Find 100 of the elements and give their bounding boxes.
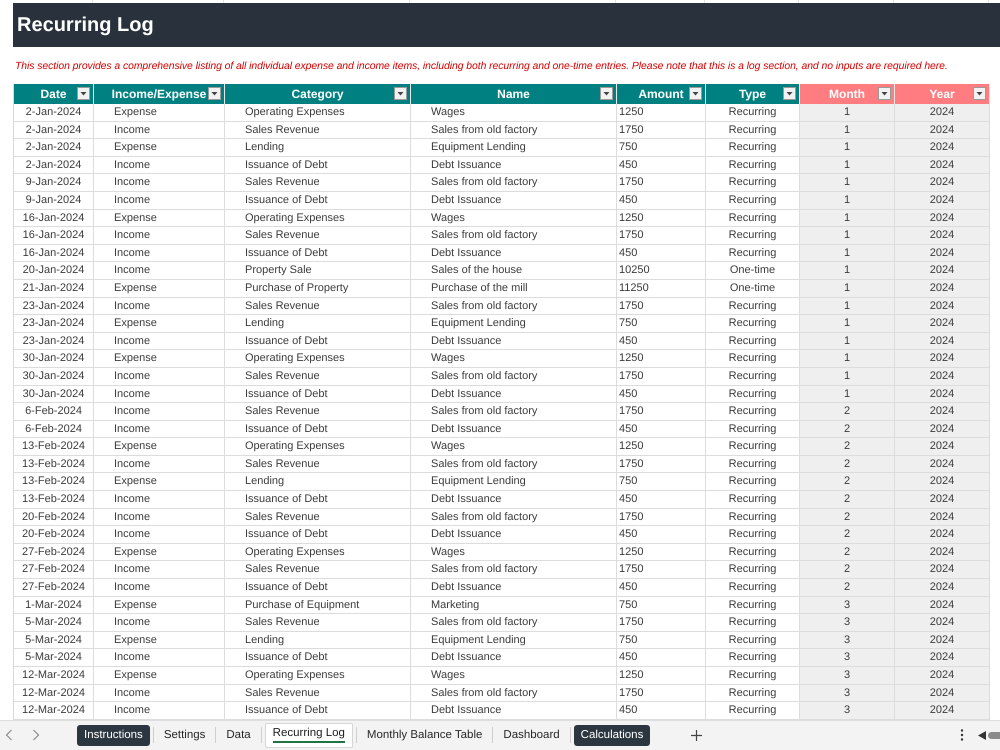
table-cell: 2-Jan-2024 <box>14 104 94 122</box>
table-cell: Debt Issuance <box>411 491 617 509</box>
table-cell: 2024 <box>895 526 990 544</box>
header-label: Name <box>497 87 530 101</box>
table-cell: 2024 <box>895 579 990 597</box>
add-sheet-icon[interactable] <box>691 730 702 741</box>
table-cell: 3 <box>800 702 895 720</box>
table-cell: Purchase of Equipment <box>225 596 411 614</box>
table-cell: Issuance of Debt <box>225 156 411 174</box>
table-cell: Issuance of Debt <box>225 332 411 350</box>
table-cell: 2024 <box>895 262 990 280</box>
table-cell: 2024 <box>895 649 990 667</box>
table-cell: 1250 <box>617 104 706 122</box>
table-cell: 2024 <box>895 298 990 316</box>
table-cell: 11250 <box>617 280 706 298</box>
table-cell: Sales Revenue <box>225 122 411 140</box>
table-cell: 3 <box>800 632 895 650</box>
sheet-tab[interactable]: Settings <box>156 724 212 746</box>
table-cell: Expense <box>94 438 225 456</box>
filter-dropdown-icon[interactable] <box>208 87 221 100</box>
table-cell: 2-Jan-2024 <box>14 139 94 157</box>
table-cell: 1 <box>800 104 895 122</box>
sheet-tab[interactable]: Data <box>219 724 258 746</box>
filter-dropdown-icon[interactable] <box>878 87 891 100</box>
filter-dropdown-icon[interactable] <box>600 87 613 100</box>
table-cell: 3 <box>800 684 895 702</box>
filter-dropdown-icon[interactable] <box>394 87 407 100</box>
table-cell: Operating Expenses <box>225 104 411 122</box>
sheet-tab[interactable]: Dashboard <box>496 724 567 746</box>
filter-dropdown-icon[interactable] <box>77 87 90 100</box>
table-cell: 750 <box>617 139 706 157</box>
table-cell: Expense <box>94 315 225 333</box>
table-cell: 3 <box>800 667 895 685</box>
header-label: Date <box>40 87 66 101</box>
header-label: Category <box>291 87 344 101</box>
table-cell: 2024 <box>895 104 990 122</box>
table-cell: 750 <box>617 596 706 614</box>
table-cell: 1 <box>800 139 895 157</box>
table-cell: Sales from old factory <box>411 174 617 192</box>
table-cell: 2024 <box>895 473 990 492</box>
note-text: This section provides a comprehensive listing of all individual expense and income items, including both recurring and one-time entries. Please note that this is a log section, and no inputs are required here. <box>15 60 948 72</box>
table-cell: 1 <box>800 156 895 174</box>
table-cell: Income <box>94 174 225 192</box>
table-cell: 2 <box>800 561 895 580</box>
table-cell: 12-Mar-2024 <box>14 667 94 685</box>
table-cell: 2024 <box>895 350 990 368</box>
table-cell: Debt Issuance <box>411 386 617 404</box>
table-cell: 5-Mar-2024 <box>14 632 94 650</box>
table-cell: Expense <box>94 596 225 614</box>
table-cell: 1 <box>800 122 895 140</box>
table-cell: 30-Jan-2024 <box>14 350 94 368</box>
filter-dropdown-icon[interactable] <box>973 87 986 100</box>
filter-dropdown-icon[interactable] <box>783 87 796 100</box>
table-cell: Income <box>94 386 225 404</box>
table-cell: 3 <box>800 614 895 632</box>
table-cell: Debt Issuance <box>411 156 617 174</box>
table-cell: Income <box>94 227 225 245</box>
table-cell: 16-Jan-2024 <box>14 227 94 245</box>
table-cell: 2024 <box>895 122 990 140</box>
table-cell: 450 <box>617 332 706 350</box>
table-cell: 27-Feb-2024 <box>14 544 94 562</box>
sheet-tab[interactable]: Calculations <box>574 724 650 746</box>
table-cell: 2024 <box>895 227 990 245</box>
table-cell: Wages <box>411 667 617 685</box>
table-cell: Sales Revenue <box>225 456 411 474</box>
table-cell: 6-Feb-2024 <box>14 403 94 421</box>
table-cell: 2024 <box>895 596 990 614</box>
filter-dropdown-icon[interactable] <box>689 87 702 100</box>
scrollbar-thumb[interactable] <box>988 732 1000 739</box>
table-cell: 2024 <box>895 386 990 404</box>
sheet-tab[interactable]: Monthly Balance Table <box>360 724 490 746</box>
table-cell: Sales from old factory <box>411 227 617 245</box>
table-cell: 5-Mar-2024 <box>14 649 94 667</box>
scroll-left-icon[interactable] <box>978 730 986 740</box>
table-cell: Debt Issuance <box>411 526 617 544</box>
chevron-right-icon[interactable] <box>32 729 40 742</box>
table-cell: 2024 <box>895 280 990 298</box>
table-cell: 5-Mar-2024 <box>14 614 94 632</box>
table-cell: Income <box>94 122 225 140</box>
table-cell: Income <box>94 684 225 702</box>
more-options-icon[interactable] <box>960 729 964 742</box>
table-cell: 2024 <box>895 332 990 350</box>
chevron-left-icon[interactable] <box>5 729 13 742</box>
table-cell: Income <box>94 456 225 474</box>
table-cell: Issuance of Debt <box>225 244 411 262</box>
table-cell: Income <box>94 368 225 386</box>
table-cell: 20-Feb-2024 <box>14 508 94 526</box>
sheet-tab[interactable]: Recurring Log <box>264 722 353 748</box>
table-cell: 1 <box>800 315 895 333</box>
table-cell: 1250 <box>617 438 706 456</box>
table-cell: Sales Revenue <box>225 561 411 580</box>
table-cell: Income <box>94 192 225 210</box>
table-cell: 1750 <box>617 298 706 316</box>
table-cell: 2024 <box>895 632 990 650</box>
table-cell: 1 <box>800 244 895 262</box>
table-cell: Income <box>94 649 225 667</box>
table-cell: 30-Jan-2024 <box>14 368 94 386</box>
table-cell: 2024 <box>895 210 990 228</box>
sheet-tab[interactable]: Instructions <box>77 724 150 746</box>
table-cell: 2024 <box>895 561 990 580</box>
